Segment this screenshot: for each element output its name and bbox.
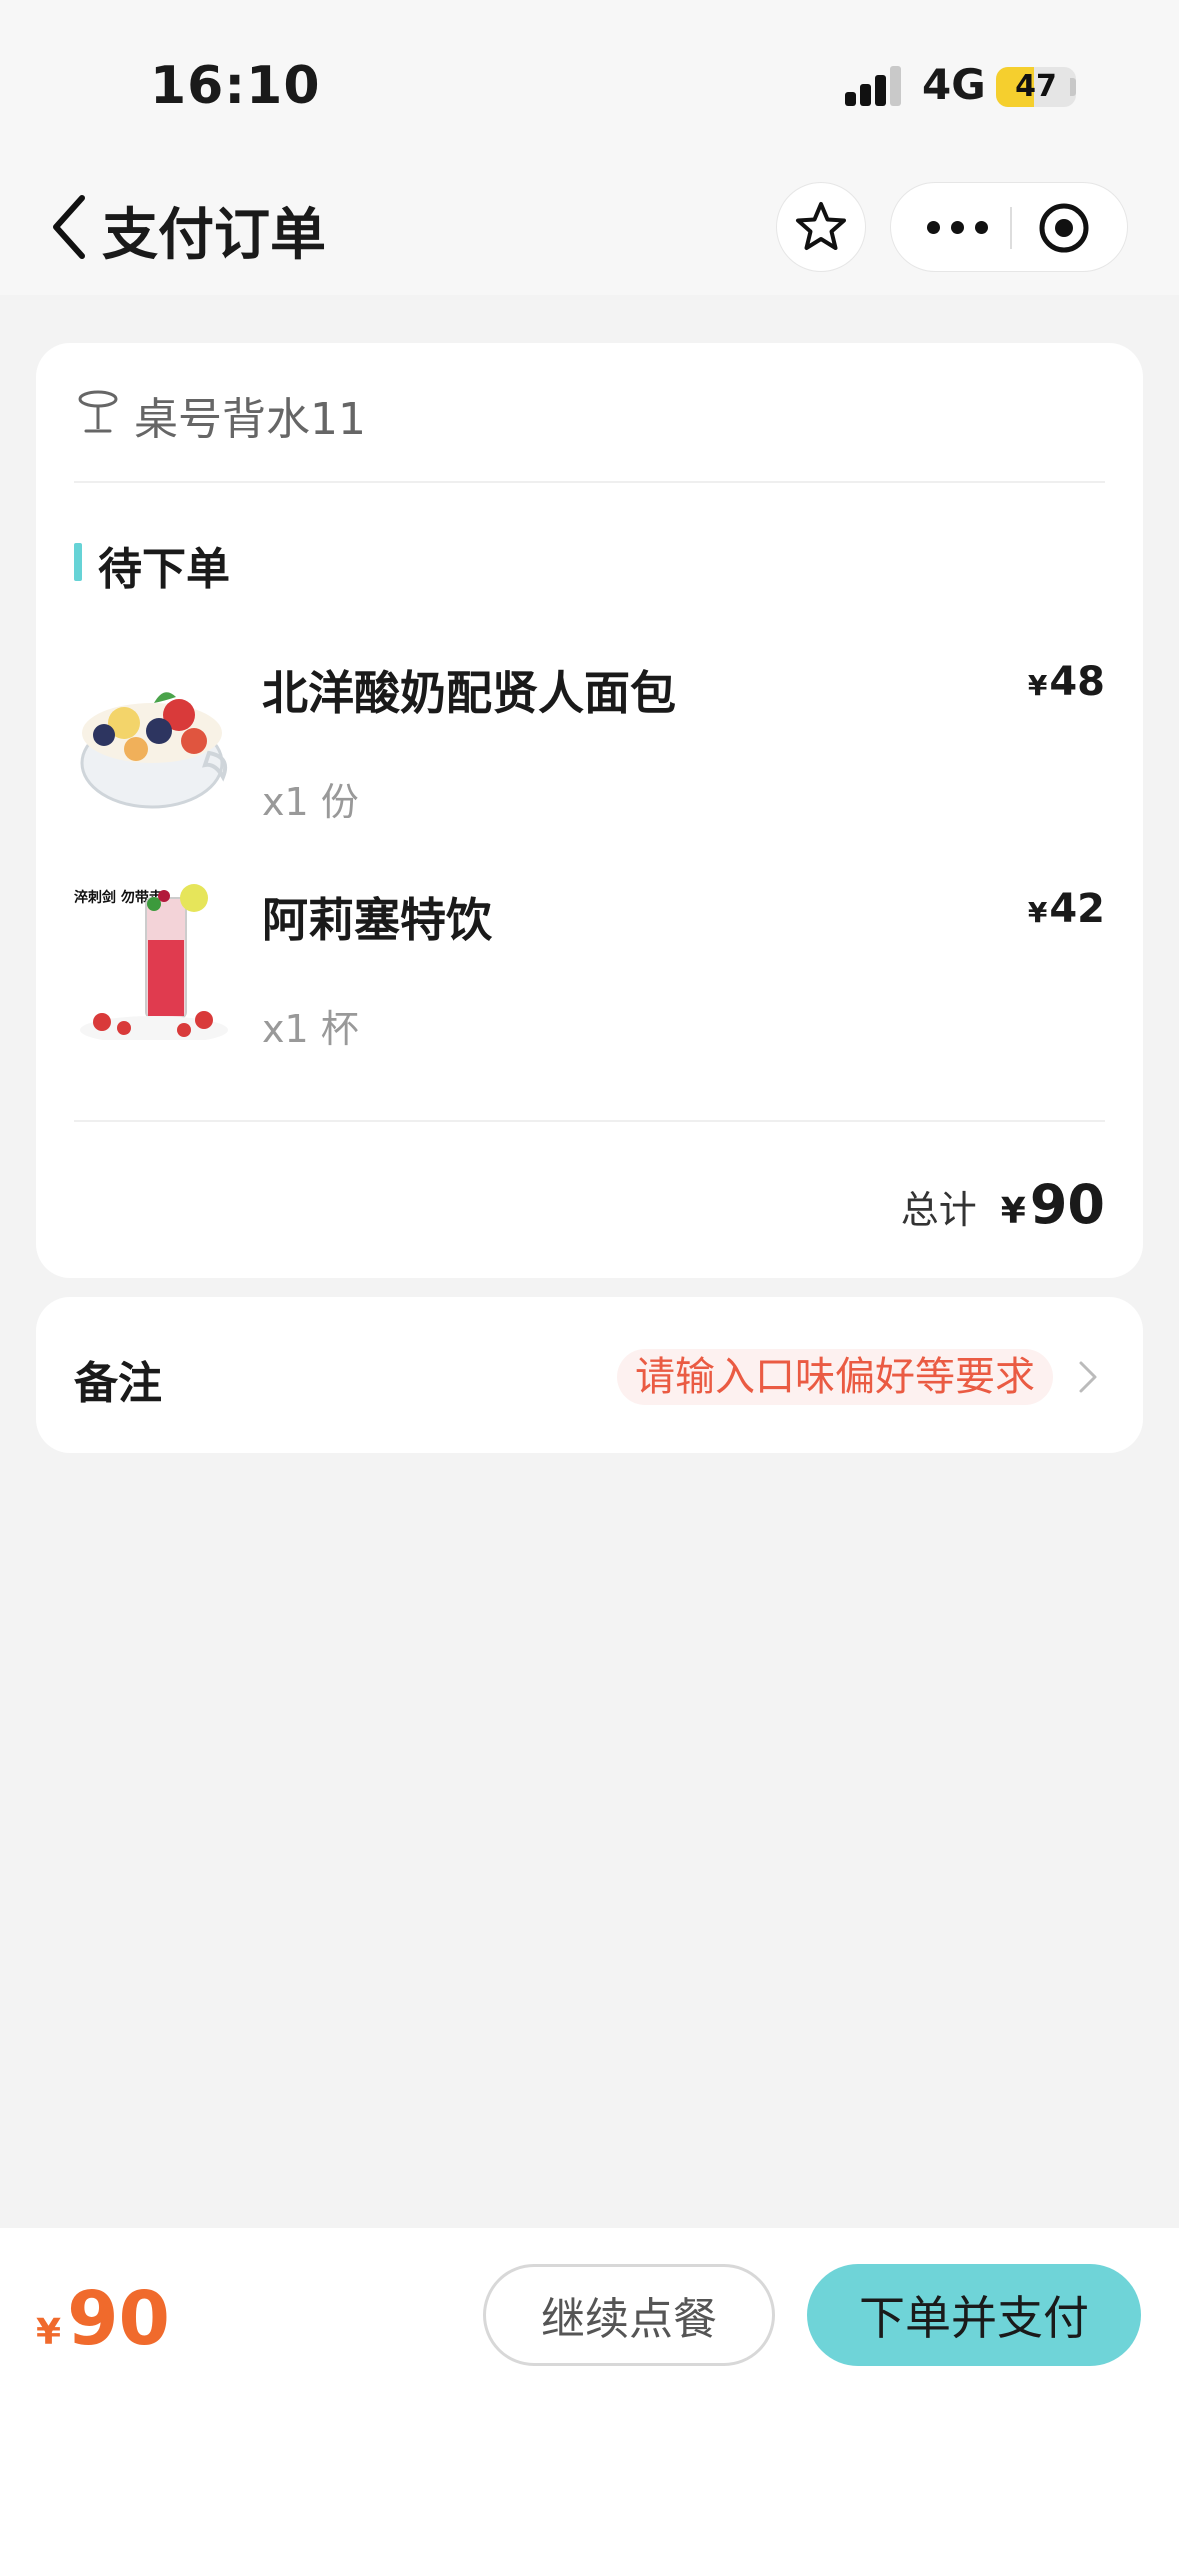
total-label: 总计 [900,1188,977,1232]
more-dots-icon[interactable] [927,221,989,235]
total-row: 总计 ¥ 90 [901,1173,1105,1236]
top-area: 16:10 4G 47 支付订单 [0,0,1179,295]
currency-symbol: ¥ [1027,669,1048,702]
table-number: 桌号背水11 [134,394,366,445]
bottom-total-amount: 90 [67,2276,171,2362]
continue-ordering-button[interactable]: 继续点餐 [483,2264,775,2366]
mini-program-capsule [890,182,1128,272]
target-icon[interactable] [1037,201,1091,255]
network-type: 4G [922,60,986,109]
battery-tip [1070,78,1076,96]
status-time: 16:10 [150,56,321,116]
table-icon [78,390,118,433]
order-card: 桌号背水11 待下单 北洋酸奶配贤人面包 x1 份 ¥48 淬刺剑 勿带走 阿莉… [36,343,1143,1278]
chevron-left-icon[interactable] [46,192,92,262]
item-quantity: x1 杯 [262,1007,359,1051]
remark-label: 备注 [74,1358,162,1409]
battery-percent: 47 [1015,69,1057,104]
remark-card[interactable]: 备注 请输入口味偏好等要求 [36,1297,1143,1453]
section-title: 待下单 [98,544,230,595]
item-price-value: 48 [1049,659,1105,705]
item-price: ¥42 [1028,886,1105,932]
item-price: ¥48 [1028,659,1105,705]
signal-icon [845,64,903,106]
order-item: 淬刺剑 勿带走 阿莉塞特饮 x1 杯 ¥42 [74,880,1105,1070]
item-image-yogurt-bowl [74,653,234,813]
favorite-button[interactable] [776,182,866,272]
item-image-drink: 淬刺剑 勿带走 [74,880,234,1040]
divider [74,1120,1105,1122]
bottom-total: ¥ 90 [36,2276,170,2362]
currency-symbol: ¥ [36,2312,62,2353]
star-icon [796,202,846,250]
page-title: 支付订单 [102,203,326,268]
item-name: 北洋酸奶配贤人面包 [262,666,676,720]
currency-symbol: ¥ [1000,1191,1026,1232]
bottom-action-bar: ¥ 90 继续点餐 下单并支付 [0,2228,1179,2556]
section-marker [74,543,82,581]
currency-symbol: ¥ [1027,896,1048,929]
divider [74,481,1105,483]
order-item: 北洋酸奶配贤人面包 x1 份 ¥48 [74,653,1105,843]
chevron-right-icon[interactable] [1077,1359,1099,1395]
submit-and-pay-button[interactable]: 下单并支付 [807,2264,1141,2366]
total-amount: 90 [1029,1173,1105,1236]
remark-input[interactable]: 请输入口味偏好等要求 [617,1349,1053,1405]
item-quantity: x1 份 [262,780,359,824]
item-price-value: 42 [1049,886,1105,932]
capsule-divider [1010,207,1012,249]
battery-icon: 47 [996,67,1076,107]
item-name: 阿莉塞特饮 [262,893,492,947]
